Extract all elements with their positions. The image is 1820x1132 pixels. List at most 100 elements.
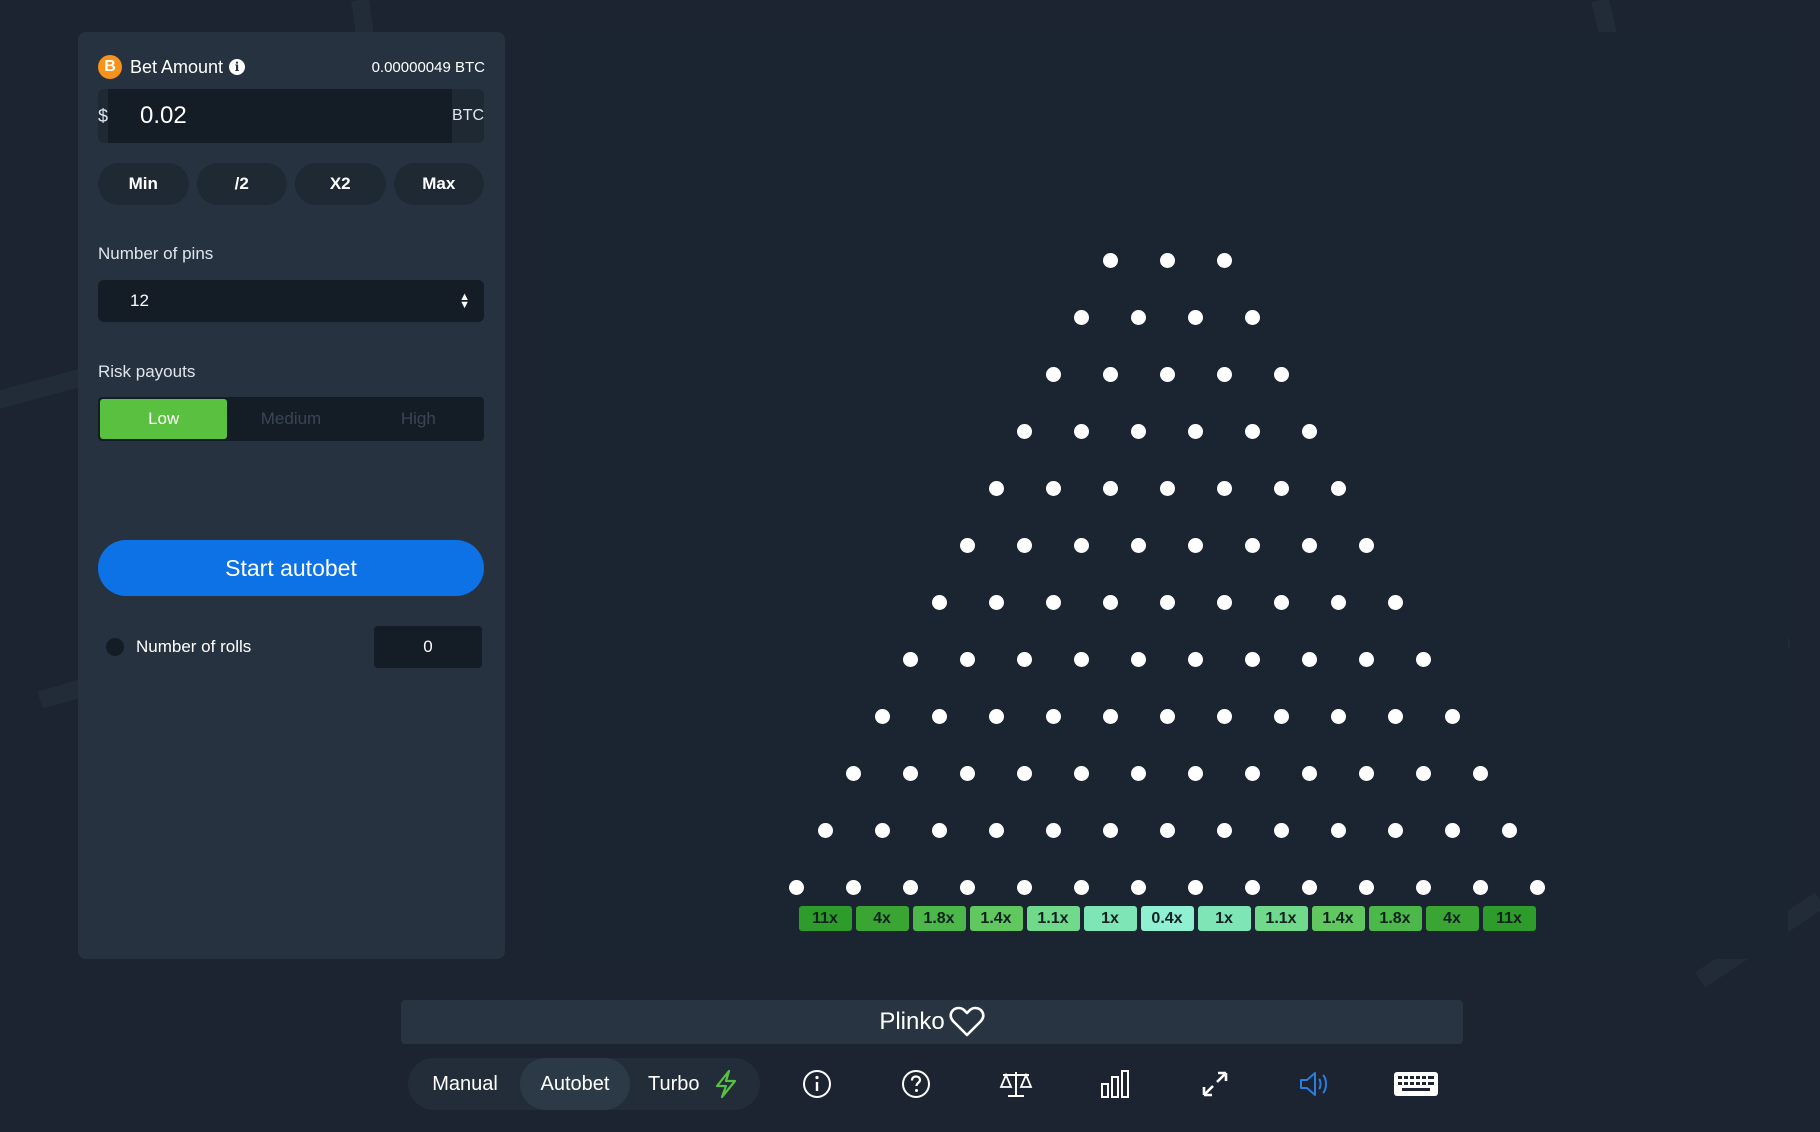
multiplier-slot: 1.1x — [1254, 906, 1308, 931]
peg — [1273, 366, 1289, 382]
double-button[interactable]: X2 — [295, 163, 386, 205]
bet-amount-input[interactable] — [108, 89, 453, 143]
sound-icon[interactable] — [1294, 1066, 1334, 1102]
peg — [1102, 822, 1118, 838]
peg — [1416, 765, 1431, 781]
peg — [1159, 366, 1175, 382]
peg — [1159, 708, 1175, 724]
rolls-radio[interactable] — [106, 638, 124, 656]
peg — [1245, 879, 1260, 895]
manual-tab[interactable]: Manual — [412, 1058, 518, 1110]
peg — [846, 879, 861, 895]
peg — [1444, 708, 1460, 724]
multiplier-slot: 1x — [1197, 906, 1251, 931]
help-icon[interactable] — [896, 1066, 936, 1102]
peg — [1302, 423, 1317, 439]
peg — [1188, 309, 1203, 325]
peg — [1074, 651, 1089, 667]
peg — [1074, 879, 1089, 895]
stats-icon[interactable] — [1095, 1066, 1135, 1102]
peg — [1074, 309, 1089, 325]
max-button[interactable]: Max — [393, 163, 484, 205]
risk-medium-option[interactable]: Medium — [227, 399, 354, 439]
bet-amount-label: Bet Amount — [130, 56, 224, 77]
peg — [1330, 708, 1346, 724]
currency-prefix: $ — [98, 105, 109, 126]
multiplier-slot: 4x — [1425, 906, 1479, 931]
peg — [960, 651, 975, 667]
peg — [1302, 879, 1317, 895]
rolls-input[interactable]: 0 — [374, 626, 482, 668]
peg — [1302, 651, 1317, 667]
peg — [1245, 765, 1260, 781]
currency-suffix: BTC — [452, 107, 485, 124]
peg — [1017, 879, 1032, 895]
peg — [1473, 765, 1488, 781]
peg — [1416, 651, 1431, 667]
risk-selector: Low Medium High — [98, 397, 484, 441]
peg — [1216, 366, 1232, 382]
heart-icon[interactable] — [949, 1006, 985, 1038]
select-arrows-icon: ▲ ▼ — [459, 291, 470, 311]
bitcoin-icon: B — [98, 55, 122, 79]
peg — [1045, 366, 1061, 382]
peg — [1017, 537, 1032, 553]
plinko-board: 11x 4x 1.8x 1.4x 1.1x 1x 0.4x 1x 1.1x 1.4x 1.8x 4x 1… — [545, 32, 1788, 959]
peg — [1416, 879, 1431, 895]
peg — [1017, 423, 1032, 439]
peg — [988, 822, 1004, 838]
multiplier-slot: 1.1x — [1026, 906, 1080, 931]
bet-panel: B Bet Amount i 0.00000049 BTC $ BTC Min … — [78, 32, 505, 959]
autobet-tab[interactable]: Autobet — [520, 1058, 630, 1110]
pins-select[interactable]: 12 ▲ ▼ — [98, 280, 484, 322]
peg — [1273, 594, 1289, 610]
peg — [1045, 594, 1061, 610]
peg — [903, 651, 918, 667]
peg — [1102, 252, 1118, 268]
peg — [931, 594, 947, 610]
min-button[interactable]: Min — [98, 163, 189, 205]
peg — [1017, 765, 1032, 781]
peg — [1359, 651, 1374, 667]
start-autobet-button[interactable]: Start autobet — [98, 540, 484, 596]
peg — [1359, 765, 1374, 781]
peg — [1216, 480, 1232, 496]
quick-bet-buttons: Min /2 X2 Max — [98, 163, 484, 205]
peg — [1216, 594, 1232, 610]
peg — [1188, 765, 1203, 781]
peg — [1330, 594, 1346, 610]
keyboard-icon[interactable] — [1392, 1066, 1440, 1102]
peg — [1245, 651, 1260, 667]
turbo-toggle[interactable]: Turbo — [648, 1058, 758, 1110]
half-button[interactable]: /2 — [196, 163, 287, 205]
peg — [1501, 822, 1517, 838]
peg — [1216, 822, 1232, 838]
fullscreen-icon[interactable] — [1195, 1066, 1235, 1102]
peg — [1330, 822, 1346, 838]
peg — [1188, 651, 1203, 667]
peg — [1359, 537, 1374, 553]
peg — [1188, 537, 1203, 553]
peg — [1188, 879, 1203, 895]
peg — [988, 708, 1004, 724]
risk-high-option[interactable]: High — [355, 399, 482, 439]
peg — [1159, 594, 1175, 610]
info-icon[interactable]: i — [229, 59, 246, 75]
peg — [1273, 480, 1289, 496]
peg — [1045, 708, 1061, 724]
lightning-icon — [712, 1069, 740, 1099]
peg — [1330, 480, 1346, 496]
peg — [960, 537, 975, 553]
peg — [1045, 480, 1061, 496]
peg — [1273, 708, 1289, 724]
fairness-scale-icon[interactable] — [996, 1066, 1036, 1102]
peg — [931, 822, 947, 838]
peg — [1159, 480, 1175, 496]
peg — [1159, 252, 1175, 268]
peg — [846, 765, 861, 781]
info-icon[interactable] — [797, 1066, 837, 1102]
peg — [1131, 309, 1146, 325]
peg — [1074, 765, 1089, 781]
risk-low-option[interactable]: Low — [100, 399, 228, 439]
multiplier-slot: 1x — [1083, 906, 1137, 931]
